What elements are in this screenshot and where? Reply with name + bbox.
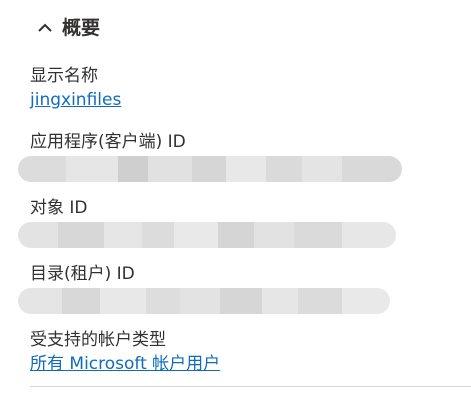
display-name-label: 显示名称 bbox=[30, 66, 98, 86]
display-name-link[interactable]: jingxinfiles bbox=[30, 88, 121, 112]
overview-panel: 概要 显示名称 jingxinfiles 应用程序(客户端) ID 对象 ID bbox=[0, 0, 471, 401]
section-title: 概要 bbox=[62, 17, 101, 39]
supported-account-types-field: 受支持的帐户类型 所有 Microsoft 帐户用户 bbox=[30, 328, 220, 376]
overview-section-toggle[interactable]: 概要 bbox=[36, 14, 100, 42]
app-client-id-label: 应用程序(客户端) ID bbox=[30, 132, 186, 152]
chevron-up-icon bbox=[38, 23, 52, 32]
app-client-id-field: 应用程序(客户端) ID bbox=[30, 130, 186, 154]
object-id-field: 对象 ID bbox=[30, 196, 88, 220]
directory-tenant-id-redacted bbox=[18, 288, 390, 314]
object-id-redacted bbox=[18, 222, 396, 248]
app-client-id-redacted bbox=[18, 156, 402, 182]
directory-tenant-id-label: 目录(租户) ID bbox=[30, 264, 135, 284]
directory-tenant-id-field: 目录(租户) ID bbox=[30, 262, 135, 286]
supported-account-types-label: 受支持的帐户类型 bbox=[30, 330, 166, 350]
display-name-field: 显示名称 jingxinfiles bbox=[30, 64, 121, 112]
object-id-label: 对象 ID bbox=[30, 198, 88, 218]
section-divider bbox=[30, 386, 471, 387]
supported-account-types-link[interactable]: 所有 Microsoft 帐户用户 bbox=[30, 352, 220, 376]
